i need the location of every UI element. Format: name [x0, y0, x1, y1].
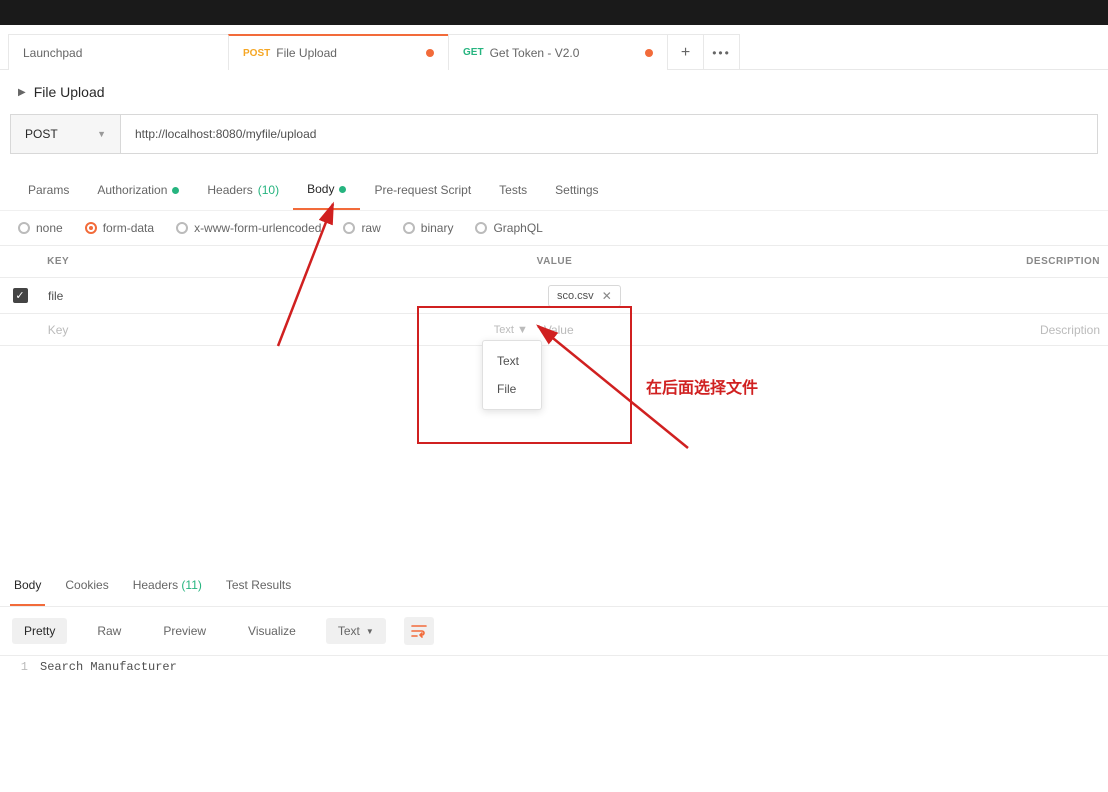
new-tab-button[interactable]: + — [668, 34, 704, 70]
resp-tab-body[interactable]: Body — [10, 566, 45, 606]
view-pretty[interactable]: Pretty — [12, 618, 67, 644]
method-value: POST — [25, 127, 58, 141]
tab-authorization[interactable]: Authorization — [83, 171, 193, 209]
remove-file-icon[interactable]: ✕ — [602, 289, 612, 303]
annotation-text: 在后面选择文件 — [646, 374, 758, 398]
url-value: http://localhost:8080/myfile/upload — [135, 127, 316, 141]
key-cell[interactable]: file — [40, 283, 540, 309]
caret-right-icon: ▶ — [18, 87, 26, 98]
table-header: KEY VALUE DESCRIPTION — [0, 245, 1108, 278]
breadcrumb: ▶ File Upload — [0, 70, 1108, 114]
response-body: 1 Search Manufacturer — [0, 655, 1108, 678]
file-name: sco.csv — [557, 290, 594, 302]
resp-tab-cookies[interactable]: Cookies — [61, 566, 112, 606]
radio-none[interactable]: none — [18, 221, 63, 235]
tab-params[interactable]: Params — [14, 171, 83, 209]
radio-formdata[interactable]: form-data — [85, 221, 154, 235]
response-toolbar: Pretty Raw Preview Visualize Text ▼ — [0, 607, 1108, 655]
radio-binary[interactable]: binary — [403, 221, 454, 235]
table-row-new: Key Text ▼ Value Description — [0, 314, 1108, 346]
radio-icon — [403, 222, 415, 234]
tab-label: Get Token - V2.0 — [490, 46, 580, 60]
resp-tab-tests[interactable]: Test Results — [222, 566, 295, 606]
header-value: VALUE — [529, 246, 1019, 277]
tab-file-upload[interactable]: POST File Upload — [228, 34, 448, 70]
tab-headers[interactable]: Headers(10) — [193, 171, 293, 209]
method-select[interactable]: POST ▼ — [11, 115, 121, 153]
tab-method: GET — [463, 47, 484, 58]
dropdown-item-text[interactable]: Text — [483, 347, 541, 375]
resp-tab-headers[interactable]: Headers (11) — [129, 566, 206, 606]
format-select[interactable]: Text ▼ — [326, 618, 386, 644]
desc-cell[interactable] — [1040, 290, 1108, 302]
radio-icon — [18, 222, 30, 234]
unsaved-dot-icon — [426, 49, 434, 57]
radio-icon — [176, 222, 188, 234]
radio-graphql[interactable]: GraphQL — [475, 221, 542, 235]
type-dropdown: Text File — [482, 340, 542, 410]
view-visualize[interactable]: Visualize — [236, 618, 308, 644]
tab-tests[interactable]: Tests — [485, 171, 541, 209]
chevron-down-icon: ▼ — [517, 324, 528, 336]
wrap-lines-button[interactable] — [404, 617, 434, 645]
header-desc: DESCRIPTION — [1018, 246, 1108, 277]
desc-cell[interactable]: Description — [1032, 317, 1108, 343]
tab-get-token[interactable]: GET Get Token - V2.0 — [448, 34, 668, 70]
formdata-table: KEY VALUE DESCRIPTION ✓ file sco.csv ✕ K… — [0, 245, 1108, 346]
radio-icon — [475, 222, 487, 234]
unsaved-dot-icon — [645, 49, 653, 57]
chevron-down-icon: ▼ — [97, 129, 106, 139]
tab-method: POST — [243, 48, 270, 59]
key-cell[interactable]: Key Text ▼ — [40, 317, 536, 343]
table-row: ✓ file sco.csv ✕ — [0, 278, 1108, 314]
tab-launchpad[interactable]: Launchpad — [8, 34, 228, 70]
chevron-down-icon: ▼ — [366, 627, 374, 636]
view-raw[interactable]: Raw — [85, 618, 133, 644]
dropdown-item-file[interactable]: File — [483, 375, 541, 403]
radio-icon — [343, 222, 355, 234]
request-tabs: Launchpad POST File Upload GET Get Token… — [0, 25, 1108, 70]
type-select[interactable]: Text ▼ — [494, 324, 528, 336]
file-chip: sco.csv ✕ — [548, 285, 621, 307]
body-type-radios: none form-data x-www-form-urlencoded raw… — [0, 211, 1108, 245]
app-titlebar — [0, 0, 1108, 25]
radio-icon — [85, 222, 97, 234]
value-cell[interactable]: Value — [536, 317, 1032, 343]
status-dot-icon — [339, 186, 346, 193]
tab-settings[interactable]: Settings — [541, 171, 612, 209]
tab-body[interactable]: Body — [293, 170, 360, 210]
tab-prerequest[interactable]: Pre-request Script — [360, 171, 485, 209]
value-cell[interactable]: sco.csv ✕ — [540, 279, 1040, 313]
url-input[interactable]: http://localhost:8080/myfile/upload — [121, 115, 1097, 153]
view-preview[interactable]: Preview — [151, 618, 218, 644]
status-dot-icon — [172, 187, 179, 194]
tab-label: Launchpad — [23, 46, 82, 60]
tab-label: File Upload — [276, 46, 337, 60]
response-tabs: Body Cookies Headers (11) Test Results — [0, 566, 1108, 607]
key-placeholder: Key — [48, 323, 69, 337]
line-content: Search Manufacturer — [40, 660, 177, 674]
line-number: 1 — [0, 660, 40, 674]
header-key: KEY — [39, 246, 529, 277]
breadcrumb-title: File Upload — [34, 84, 105, 100]
tab-options-button[interactable]: ••• — [704, 34, 740, 70]
radio-xwww[interactable]: x-www-form-urlencoded — [176, 221, 321, 235]
request-section-tabs: Params Authorization Headers(10) Body Pr… — [0, 170, 1108, 211]
url-bar: POST ▼ http://localhost:8080/myfile/uplo… — [10, 114, 1098, 154]
radio-raw[interactable]: raw — [343, 221, 380, 235]
row-checkbox[interactable]: ✓ — [13, 288, 28, 303]
